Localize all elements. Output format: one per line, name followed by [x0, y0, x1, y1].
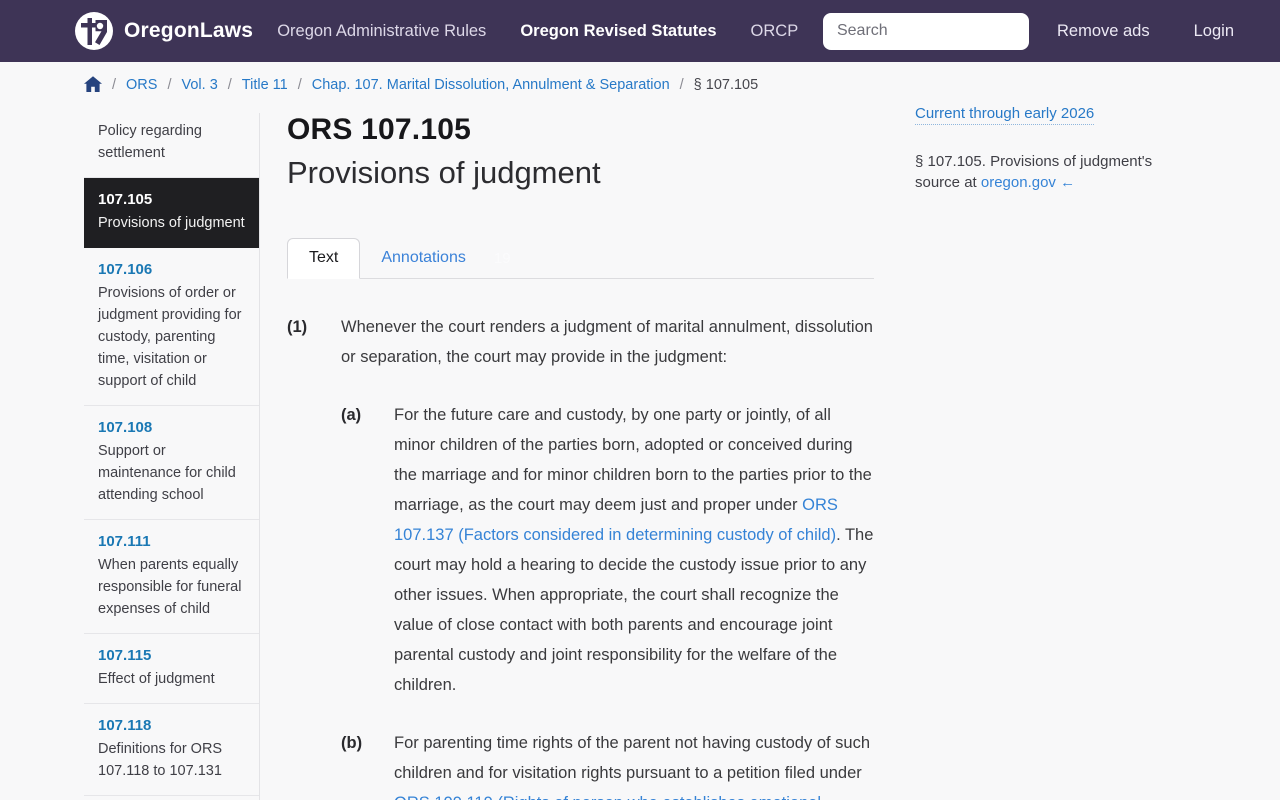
sidebar-item-107-115[interactable]: 107.115 Effect of judgment [84, 634, 259, 704]
sidebar-item-number: 107.118 [98, 717, 152, 734]
statute-sidebar: Policy regarding settlement 107.105 Prov… [84, 113, 260, 800]
sidebar-item-107-111[interactable]: 107.111 When parents equally responsible… [84, 520, 259, 634]
oregon-gov-link[interactable]: oregon.gov ← [981, 174, 1075, 191]
home-icon[interactable] [84, 76, 102, 93]
page-subtitle: Provisions of judgment [287, 155, 601, 190]
current-through-link[interactable]: Current through early 2026 [915, 105, 1095, 125]
remove-ads-link[interactable]: Remove ads [1057, 22, 1150, 41]
sidebar-item-title: When parents equally responsible for fun… [98, 557, 242, 617]
sidebar-item-107-121[interactable]: 107.121 [84, 796, 259, 800]
sidebar-item-107-106[interactable]: 107.106 Provisions of order or judgment … [84, 248, 259, 406]
paragraph-1a: (a) For the future care and custody, by … [341, 400, 874, 700]
navbar-right: Remove ads Login [1057, 22, 1234, 41]
sidebar-item-title: Provisions of judgment [98, 215, 245, 231]
breadcrumb-link-title-11[interactable]: Title 11 [242, 77, 288, 93]
annotations-count-badge: 19 [493, 250, 511, 267]
sidebar-item-107-108[interactable]: 107.108 Support or maintenance for child… [84, 406, 259, 520]
sidebar-item-number: 107.105 [98, 191, 153, 208]
sidebar-item-number: 107.115 [98, 647, 152, 664]
page-title: ORS 107.105 [287, 113, 471, 146]
login-link[interactable]: Login [1194, 22, 1234, 41]
breadcrumb-link-chapter-107[interactable]: Chap. 107. Marital Dissolution, Annulmen… [312, 77, 670, 93]
tab-text[interactable]: Text [287, 238, 361, 279]
paragraph-marker: (b) [341, 734, 363, 752]
breadcrumb-separator: / [227, 76, 232, 93]
top-navbar: OregonLaws Oregon Administrative Rules O… [0, 0, 1280, 62]
breadcrumb-link-vol-3[interactable]: Vol. 3 [181, 77, 217, 93]
paragraph-1b: (b) For parenting time rights of the par… [341, 728, 874, 800]
brand[interactable]: OregonLaws [74, 11, 253, 51]
statute-text: (1) Whenever the court renders a judgmen… [287, 312, 874, 800]
nav-item-oregon-administrative-rules[interactable]: Oregon Administrative Rules [277, 22, 486, 41]
breadcrumb-link-ors[interactable]: ORS [126, 77, 157, 93]
primary-nav: Oregon Administrative Rules Oregon Revis… [277, 22, 798, 41]
paragraph-text-run: Whenever the court renders a judgment of… [341, 318, 873, 366]
sidebar-item-107-105[interactable]: 107.105 Provisions of judgment [84, 178, 259, 248]
breadcrumb-separator: / [297, 76, 302, 93]
sidebar-item-title: Provisions of order or judgment providin… [98, 285, 242, 389]
sidebar-item-title: Support or maintenance for child attendi… [98, 443, 236, 503]
paragraph-1: (1) Whenever the court renders a judgmen… [287, 312, 874, 372]
paragraph-text-run: . The court may hold a hearing to decide… [394, 526, 874, 694]
sidebar-item-number: 107.108 [98, 419, 153, 436]
breadcrumb-current: § 107.105 [693, 76, 759, 93]
paragraph-text: Whenever the court renders a judgment of… [341, 312, 874, 372]
paragraph-text-run: For parenting time rights of the parent … [394, 734, 871, 782]
link-ors-109-119[interactable]: ORS 109.119 (Rights of person who establ… [394, 794, 821, 800]
breadcrumb-separator: / [679, 76, 684, 93]
paragraph-marker: (a) [341, 406, 362, 424]
source-note: § 107.105. Provisions of judgment's sour… [915, 151, 1200, 193]
statute-content: ORS 107.105 Provisions of judgment Text … [287, 113, 874, 800]
sidebar-item-title: Policy regarding settlement [98, 123, 202, 161]
sidebar-item-number: 107.111 [98, 533, 151, 550]
breadcrumb-separator: / [112, 76, 117, 93]
breadcrumb-separator: / [167, 76, 172, 93]
sidebar-item-title: Definitions for ORS 107.118 to 107.131 [98, 741, 223, 779]
sidebar-item-title: Effect of judgment [98, 671, 215, 687]
oregonlaws-logo-icon [75, 12, 113, 50]
search-input[interactable] [822, 12, 1029, 50]
right-aside: Current through early 2026 § 107.105. Pr… [915, 105, 1200, 193]
content-tabs: Text Annotations 19 [287, 238, 874, 279]
paragraph-marker: (1) [287, 318, 308, 336]
tab-annotations[interactable]: Annotations [377, 239, 470, 278]
brand-name[interactable]: OregonLaws [124, 19, 253, 43]
sidebar-item-number: 107.106 [98, 261, 153, 278]
paragraph-text: For parenting time rights of the parent … [394, 728, 874, 800]
sidebar-item-policy-regarding-settlement[interactable]: Policy regarding settlement [84, 113, 259, 178]
nav-item-oregon-revised-statutes[interactable]: Oregon Revised Statutes [520, 22, 716, 41]
paragraph-text: For the future care and custody, by one … [394, 400, 874, 700]
paragraph-text-run: For the future care and custody, by one … [394, 406, 872, 514]
sidebar-item-107-118[interactable]: 107.118 Definitions for ORS 107.118 to 1… [84, 704, 259, 796]
breadcrumb: / ORS / Vol. 3 / Title 11 / Chap. 107. M… [0, 62, 1280, 105]
nav-item-orcp[interactable]: ORCP [751, 22, 799, 41]
